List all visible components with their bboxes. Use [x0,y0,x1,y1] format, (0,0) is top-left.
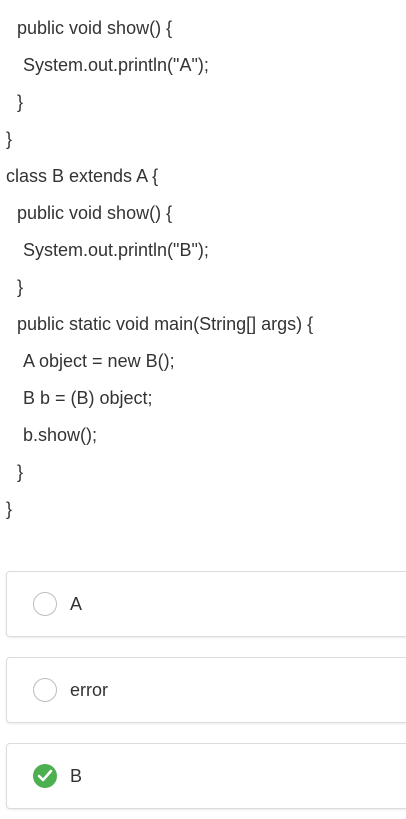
code-line: public void show() { [17,18,173,38]
code-line: class B extends A { [6,166,159,186]
check-circle-icon[interactable] [33,764,57,788]
code-block: public void show() { System.out.println(… [0,10,406,528]
answer-option-label: B [70,766,83,786]
radio-empty-icon[interactable] [33,678,57,702]
code-line: } [6,129,13,149]
code-line: } [17,277,24,297]
code-line: A object = new B(); [23,351,175,371]
code-line: } [17,92,24,112]
code-line: } [6,499,13,519]
code-line: b.show(); [23,425,98,445]
answer-option-label: A [70,594,83,614]
radio-empty-icon[interactable] [33,592,57,616]
answer-option-b[interactable]: B [6,743,406,809]
checkmark-icon [37,769,53,782]
code-line: System.out.println("B"); [23,240,209,260]
code-line: B b = (B) object; [23,388,153,408]
answer-option-error[interactable]: error [6,657,406,723]
code-line: } [17,462,24,482]
code-line: System.out.println("A"); [23,55,209,75]
code-line: public void show() { [17,203,173,223]
answer-option-label: error [70,680,109,700]
answer-option-a[interactable]: A [6,571,406,637]
code-line: public static void main(String[] args) { [17,314,314,334]
